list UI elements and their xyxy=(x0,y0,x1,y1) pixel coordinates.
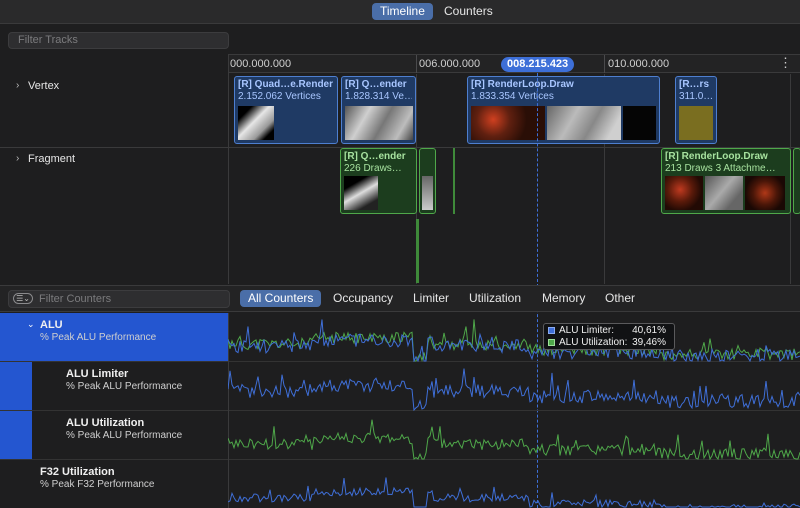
series-swatch xyxy=(548,339,555,346)
tab-occupancy[interactable]: Occupancy xyxy=(325,290,401,307)
vertex-encoder[interactable]: [R] RenderLoop.Draw 1.833.354 Vertices xyxy=(467,76,660,144)
encoder-title: [R…rs xyxy=(679,79,710,90)
attachment-thumbnail xyxy=(238,106,274,140)
vertex-encoder[interactable]: [R] Q…ender 1.828.314 Ve… xyxy=(341,76,416,144)
group-indent-marker xyxy=(0,362,32,460)
tooltip-row-limiter: ALU Limiter: 40,61% xyxy=(548,325,670,337)
counter-name: ALU xyxy=(40,319,63,331)
series-line xyxy=(228,368,800,411)
counter-row-alu-limiter[interactable]: ALU Limiter % Peak ALU Performance xyxy=(32,362,228,411)
attachment-thumbnail xyxy=(623,106,656,140)
counter-unit: % Peak F32 Performance xyxy=(40,479,155,490)
counter-row-alu-utilization[interactable]: ALU Utilization % Peak ALU Performance xyxy=(32,411,228,460)
fragment-encoder[interactable]: [R] Q…ender 226 Draws… xyxy=(340,148,417,214)
tab-timeline[interactable]: Timeline xyxy=(372,3,433,20)
grid-line xyxy=(228,54,229,284)
attachment-thumbnail xyxy=(422,176,433,210)
fragment-encoder[interactable] xyxy=(419,148,436,214)
encoder-subtitle: 2.152.062 Vertices xyxy=(238,91,321,102)
encoder-subtitle: 226 Draws… xyxy=(344,163,402,174)
encoder-title: [R] Q…ender xyxy=(345,79,407,90)
encoder-title: [R] Q…ender xyxy=(344,151,406,162)
counter-unit: % Peak ALU Performance xyxy=(66,381,183,392)
encoder-title: [R] RenderLoop.Draw xyxy=(665,151,768,162)
fragment-encoder[interactable]: [R] RenderLoop.Draw 213 Draws 3 Attachme… xyxy=(661,148,791,214)
attachment-thumbnail xyxy=(665,176,703,210)
ruler-tick xyxy=(416,55,417,73)
alu-graph[interactable] xyxy=(228,313,800,362)
filter-counters-placeholder: Filter Counters xyxy=(39,293,112,305)
counter-row-alu[interactable]: ⌄ ALU % Peak ALU Performance xyxy=(0,313,228,362)
encoder-title: [R] RenderLoop.Draw xyxy=(471,79,574,90)
alu-utilization-graph[interactable] xyxy=(228,411,800,460)
tooltip-series-value: 40,61% xyxy=(632,325,666,336)
graph-tooltip: ALU Limiter: 40,61% ALU Utilization: 39,… xyxy=(543,323,675,350)
series-swatch xyxy=(548,327,555,334)
track-fragment-label: Fragment xyxy=(28,153,76,165)
counter-unit: % Peak ALU Performance xyxy=(66,430,183,441)
tab-limiter[interactable]: Limiter xyxy=(405,290,457,307)
filter-icon[interactable]: ☰⌄ xyxy=(13,293,33,304)
chevron-right-icon[interactable]: › xyxy=(16,153,19,164)
series-line xyxy=(228,419,800,460)
attachment-thumbnail xyxy=(705,176,743,210)
ruler-tick xyxy=(604,55,605,73)
counter-unit: % Peak ALU Performance xyxy=(40,332,157,343)
filter-counters-input[interactable]: ☰⌄ Filter Counters xyxy=(8,290,230,308)
track-vertex[interactable]: › Vertex xyxy=(16,80,60,92)
playhead-time-badge[interactable]: 008.215.423 xyxy=(501,57,575,72)
tab-utilization[interactable]: Utilization xyxy=(461,290,529,307)
encoder-subtitle: 1.833.354 Vertices xyxy=(471,91,554,102)
track-fragment[interactable]: › Fragment xyxy=(16,153,76,165)
tooltip-row-utilization: ALU Utilization: 39,46% xyxy=(548,337,670,349)
series-line xyxy=(228,319,800,362)
track-vertex-label: Vertex xyxy=(28,80,60,92)
ruler-label-0: 000.000.000 xyxy=(230,58,292,70)
attachment-thumbnail xyxy=(345,106,413,140)
counter-name: F32 Utilization xyxy=(40,466,115,478)
attachment-thumbnail xyxy=(745,176,785,210)
series-line xyxy=(228,477,800,508)
attachment-thumbnail xyxy=(344,176,378,210)
ruler-label-2: 010.000.000 xyxy=(608,58,670,70)
vertex-encoder[interactable]: [R] Quad…e.Render 2.152.062 Vertices xyxy=(234,76,338,144)
fragment-activity-bar xyxy=(453,148,455,214)
tooltip-series-value: 39,46% xyxy=(632,337,666,348)
f32-utilization-graph[interactable] xyxy=(228,460,800,508)
chevron-down-icon[interactable]: ⌄ xyxy=(27,319,35,330)
filter-tracks-input[interactable]: Filter Tracks xyxy=(8,32,229,49)
attachment-thumbnail xyxy=(471,106,545,140)
counter-name: ALU Utilization xyxy=(66,417,145,429)
counter-row-f32-utilization[interactable]: F32 Utilization % Peak F32 Performance xyxy=(0,460,228,508)
tooltip-series-name: ALU Utilization: xyxy=(559,337,628,348)
more-icon[interactable]: ⋮ xyxy=(779,55,792,71)
encoder-subtitle: 213 Draws 3 Attachme… xyxy=(665,163,776,174)
track-gutter-fragment: › Fragment xyxy=(0,148,228,284)
tab-other[interactable]: Other xyxy=(597,290,643,307)
chevron-right-icon[interactable]: › xyxy=(16,80,19,91)
encoder-subtitle: 1.828.314 Ve… xyxy=(345,91,412,102)
vertex-encoder[interactable]: [R…rs 311.0… xyxy=(675,76,717,144)
counter-toolbar: ☰⌄ Filter Counters All Counters Occupanc… xyxy=(0,285,800,312)
top-tab-bar: Timeline Counters xyxy=(0,0,800,24)
tab-all-counters[interactable]: All Counters xyxy=(240,290,322,307)
counter-name: ALU Limiter xyxy=(66,368,129,380)
tab-memory[interactable]: Memory xyxy=(534,290,593,307)
attachment-thumbnail xyxy=(679,106,713,140)
fragment-encoder[interactable] xyxy=(793,148,800,214)
alu-limiter-graph[interactable] xyxy=(228,362,800,411)
fragment-activity-bar xyxy=(416,219,419,283)
ruler-label-1: 006.000.000 xyxy=(419,58,481,70)
timeline-ruler[interactable]: 000.000.000 006.000.000 010.000.000 008.… xyxy=(228,54,800,73)
tab-counters[interactable]: Counters xyxy=(436,3,501,20)
encoder-subtitle: 311.0… xyxy=(679,91,713,102)
attachment-thumbnail xyxy=(547,106,621,140)
encoder-title: [R] Quad…e.Render xyxy=(238,79,334,90)
track-gutter-vertex: › Vertex xyxy=(0,74,228,148)
tooltip-series-name: ALU Limiter: xyxy=(559,325,615,336)
